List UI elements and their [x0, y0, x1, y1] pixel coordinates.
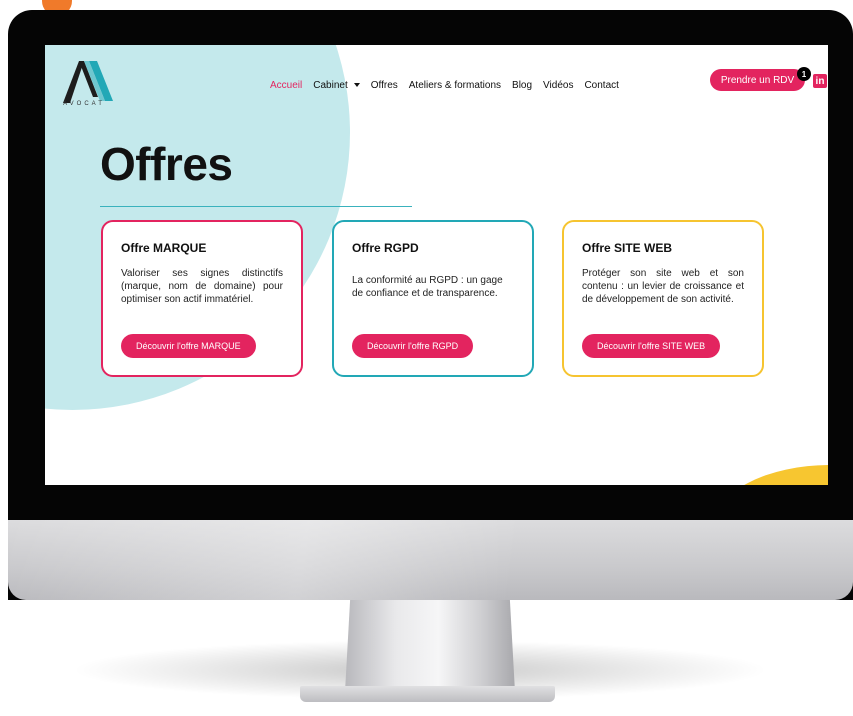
website-screen: AVOCAT Accueil Cabinet Offres Ateliers &… [45, 45, 828, 485]
page-title: Offres [100, 138, 233, 190]
offer-card-rgpd: Offre RGPD La conformité au RGPD : un ga… [332, 220, 534, 377]
monitor-stand [345, 600, 515, 692]
nav-item-contact[interactable]: Contact [584, 80, 618, 91]
nav-label: Offres [370, 79, 398, 91]
yellow-background-arc [715, 465, 828, 485]
site-header: AVOCAT Accueil Cabinet Offres Ateliers &… [45, 45, 828, 125]
card-title: Offre MARQUE [121, 241, 207, 255]
nav-label: Vidéos [543, 79, 574, 91]
nav-item-accueil[interactable]: Accueil [270, 80, 302, 91]
nav-label: Cabinet [313, 79, 348, 91]
nav-label: Blog [512, 79, 533, 91]
nav-item-ateliers[interactable]: Ateliers & formations [409, 80, 501, 91]
card-description: Protéger son site web et son contenu : u… [582, 268, 744, 305]
discover-rgpd-button[interactable]: Découvrir l'offre RGPD [352, 334, 474, 358]
notification-badge: 1 [797, 67, 811, 81]
card-title: Offre RGPD [352, 241, 419, 255]
title-divider [100, 206, 412, 207]
nav-item-cabinet[interactable]: Cabinet [313, 79, 360, 91]
offer-card-marque: Offre MARQUE Valoriser ses signes distin… [101, 220, 303, 377]
chevron-down-icon [353, 83, 360, 87]
avocat-logo[interactable] [53, 53, 117, 117]
nav-item-blog[interactable]: Blog [512, 80, 532, 91]
nav-item-videos[interactable]: Vidéos [543, 80, 573, 91]
card-title: Offre SITE WEB [582, 241, 673, 255]
logo-text: AVOCAT [63, 101, 105, 107]
nav-label: Accueil [270, 79, 303, 91]
nav-label: Contact [584, 79, 619, 91]
nav-label: Ateliers & formations [408, 79, 502, 91]
monitor-stand-base [300, 686, 555, 702]
card-description: La conformité au RGPD : un gage de confi… [352, 275, 503, 299]
monitor: AVOCAT Accueil Cabinet Offres Ateliers &… [8, 10, 853, 600]
main-nav: Accueil Cabinet Offres Ateliers & format… [270, 77, 630, 93]
monitor-chin-gloss [8, 520, 853, 600]
nav-item-offres[interactable]: Offres [371, 80, 398, 91]
book-appointment-button[interactable]: Prendre un RDV [710, 69, 805, 91]
card-description: Valoriser ses signes distinctifs (marque… [121, 268, 283, 305]
discover-marque-button[interactable]: Découvrir l'offre MARQUE [121, 334, 256, 358]
linkedin-icon[interactable]: in [813, 74, 827, 88]
offer-card-site-web: Offre SITE WEB Protéger son site web et … [562, 220, 764, 377]
discover-site-web-button[interactable]: Découvrir l'offre SITE WEB [582, 334, 721, 358]
